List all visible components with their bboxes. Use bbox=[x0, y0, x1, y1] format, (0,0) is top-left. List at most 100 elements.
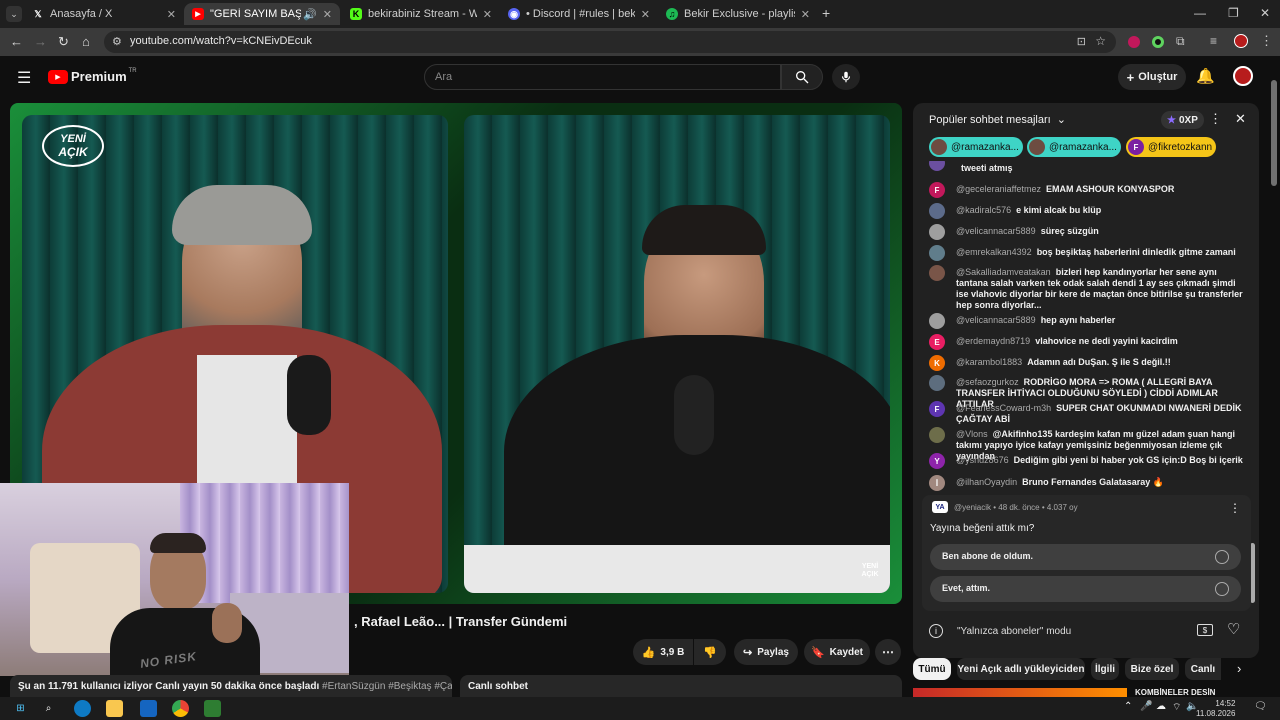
pinned-chip[interactable]: @ramazanka... bbox=[929, 137, 1023, 157]
hamburger-menu-icon[interactable]: ☰ bbox=[17, 68, 31, 88]
chat-menu-icon[interactable]: ⋮ bbox=[1209, 111, 1222, 127]
app-icon[interactable] bbox=[204, 700, 221, 717]
chat-author[interactable]: @emrekalkan4392 bbox=[956, 247, 1032, 257]
pinned-chip[interactable]: F @fikretozkann bbox=[1126, 137, 1216, 157]
account-avatar[interactable] bbox=[1233, 66, 1253, 86]
chat-author[interactable]: @karambol1883 bbox=[956, 357, 1022, 367]
discord-icon: ◉ bbox=[508, 8, 520, 20]
chat-author[interactable]: @geceleraniaffetmez bbox=[956, 184, 1041, 194]
page-scrollbar[interactable] bbox=[1270, 70, 1278, 695]
chip-related[interactable]: İlgili bbox=[1091, 658, 1119, 680]
chevron-right-icon[interactable]: › bbox=[1237, 661, 1241, 676]
chat-author[interactable]: @ilhanOyaydin bbox=[956, 477, 1017, 487]
edge-browser-icon[interactable] bbox=[74, 700, 91, 717]
chat-text: süreç süzgün bbox=[1040, 226, 1099, 236]
speaker-icon[interactable]: 🔊 bbox=[303, 8, 317, 21]
new-tab-button[interactable]: + bbox=[822, 5, 830, 21]
close-icon[interactable]: ✕ bbox=[167, 8, 176, 21]
tray-chevron-icon[interactable]: ⌃ bbox=[1124, 701, 1132, 712]
chat-author[interactable]: @erdemaydn8719 bbox=[956, 336, 1030, 346]
chat-author[interactable]: @velicannacar5889 bbox=[956, 226, 1036, 236]
like-button[interactable]: 👍 3,9 B bbox=[633, 639, 693, 665]
notifications-bell-icon[interactable]: 🔔 bbox=[1196, 67, 1215, 85]
create-button[interactable]: + Oluştur bbox=[1118, 64, 1186, 90]
windows-start-icon[interactable]: ⊞ bbox=[12, 700, 29, 717]
tab-kick[interactable]: K bekirabiniz Stream - Watch Live ✕ bbox=[342, 3, 500, 25]
extension-icon[interactable] bbox=[1128, 36, 1140, 48]
poll-menu-icon[interactable]: ⋮ bbox=[1229, 501, 1241, 515]
voice-search-button[interactable] bbox=[832, 64, 860, 90]
super-chat-icon[interactable]: $ bbox=[1197, 624, 1213, 636]
pinned-chip[interactable]: @ramazanka... bbox=[1027, 137, 1121, 157]
chat-author[interactable]: @kadiralc576 bbox=[956, 205, 1011, 215]
install-app-icon[interactable]: ⊡ bbox=[1077, 35, 1086, 48]
youtube-icon: ▶ bbox=[192, 8, 204, 20]
chat-author[interactable]: @velicannacar5889 bbox=[956, 315, 1036, 325]
reading-list-icon[interactable]: ≡ bbox=[1210, 34, 1217, 48]
tab-youtube[interactable]: ▶ "GERİ SAYIM BAŞLADI!" Du 🔊 ✕ bbox=[184, 3, 340, 25]
chat-author[interactable]: @Vlons bbox=[956, 429, 988, 439]
chat-mode-dropdown[interactable]: Popüler sohbet mesajları ⌄ bbox=[929, 113, 1066, 126]
save-button[interactable]: 🔖 Kaydet bbox=[804, 639, 870, 665]
chat-author[interactable]: @ysndz8676 bbox=[956, 455, 1009, 465]
forward-icon[interactable]: → bbox=[34, 34, 47, 49]
chip-live[interactable]: Canlı bbox=[1185, 658, 1221, 680]
share-arrow-icon: ↪ bbox=[743, 646, 753, 659]
dislike-button[interactable]: 👎 bbox=[694, 639, 726, 665]
close-icon[interactable]: ✕ bbox=[801, 8, 810, 21]
chat-author[interactable]: @Sakalliadamveatakan bbox=[956, 267, 1051, 277]
bookmark-star-icon[interactable]: ☆ bbox=[1095, 34, 1106, 48]
close-icon[interactable]: ✕ bbox=[483, 8, 492, 21]
chrome-icon[interactable] bbox=[172, 700, 189, 717]
live-chat-panel: Popüler sohbet mesajları ⌄ ★ 0XP ⋮ ✕ @ra… bbox=[913, 103, 1259, 658]
file-explorer-icon[interactable] bbox=[106, 700, 123, 717]
close-icon[interactable]: ✕ bbox=[641, 8, 650, 21]
chip-from-uploader[interactable]: Yeni Açık adlı yükleyiciden bbox=[957, 658, 1085, 680]
chip-for-you[interactable]: Bize özel bbox=[1125, 658, 1179, 680]
chat-author[interactable]: @FearlessCoward-m3h bbox=[956, 403, 1051, 413]
live-chat-replay-box[interactable]: Canlı sohbet bbox=[460, 675, 902, 697]
more-actions-button[interactable]: ⋯ bbox=[875, 639, 901, 665]
close-icon[interactable]: ✕ bbox=[323, 8, 332, 21]
system-clock[interactable]: 14:52 11.08.2026 bbox=[1196, 699, 1235, 719]
search-button[interactable] bbox=[781, 64, 823, 90]
chat-text: boş beşiktaş haberlerini dinledik gitme … bbox=[1036, 247, 1236, 257]
wifi-icon[interactable]: ⌔ bbox=[1172, 701, 1181, 714]
search-input[interactable]: Ara bbox=[424, 64, 781, 90]
site-info-icon[interactable]: ⚙ bbox=[112, 35, 122, 48]
scrollbar-thumb[interactable] bbox=[1271, 80, 1277, 186]
xp-badge[interactable]: ★ 0XP bbox=[1161, 111, 1204, 129]
close-window-button[interactable]: ✕ bbox=[1260, 6, 1270, 20]
tray-icon[interactable]: 🎤 bbox=[1140, 701, 1152, 712]
maximize-button[interactable]: ❐ bbox=[1228, 6, 1239, 20]
info-icon[interactable]: i bbox=[929, 624, 943, 638]
tab-discord[interactable]: ◉ • Discord | #rules | bekirabiniz ✕ bbox=[500, 3, 658, 25]
puzzle-extensions-icon[interactable]: ⧉ bbox=[1176, 34, 1185, 49]
profile-avatar[interactable] bbox=[1234, 34, 1248, 48]
browser-menu-icon[interactable]: ⋮ bbox=[1260, 33, 1273, 49]
youtube-logo[interactable]: ▶ Premium TR bbox=[48, 68, 137, 84]
chat-author[interactable]: @sefaozgurkoz bbox=[956, 377, 1019, 387]
app-icon[interactable] bbox=[140, 700, 157, 717]
share-button[interactable]: ↪ Paylaş bbox=[734, 639, 798, 665]
heart-icon[interactable]: ♡ bbox=[1227, 620, 1240, 638]
back-icon[interactable]: ← bbox=[10, 34, 23, 49]
poll-option[interactable]: Evet, attım. bbox=[930, 576, 1241, 602]
search-icon[interactable]: ⌕ bbox=[40, 700, 57, 717]
webcam-hand bbox=[212, 603, 242, 643]
chip-all[interactable]: Tümü bbox=[913, 658, 951, 680]
minimize-button[interactable]: — bbox=[1194, 6, 1206, 20]
poll-option[interactable]: Ben abone de oldum. bbox=[930, 544, 1241, 570]
close-chat-icon[interactable]: ✕ bbox=[1235, 111, 1246, 127]
tray-icon[interactable]: ☁ bbox=[1156, 701, 1166, 712]
chat-header: Popüler sohbet mesajları ⌄ ★ 0XP ⋮ ✕ bbox=[913, 103, 1259, 135]
notification-icon[interactable]: 🗨 bbox=[1254, 701, 1267, 712]
tab-search-icon[interactable]: ⌄ bbox=[6, 6, 22, 22]
omnibox[interactable]: ⚙ youtube.com/watch?v=kCNEivDEcuk ⊡ ☆ bbox=[104, 31, 1116, 53]
tab-spotify[interactable]: ♫ Bekir Exclusive - playlist by Bek ✕ bbox=[658, 3, 818, 25]
home-icon[interactable]: ⌂ bbox=[82, 34, 90, 49]
description-box[interactable]: Şu an 11.791 kullanıcı izliyor Canlı yay… bbox=[10, 675, 452, 697]
extension-icon[interactable] bbox=[1152, 36, 1164, 48]
tab-x[interactable]: 𝕏 Anasayfa / X ✕ bbox=[24, 3, 184, 25]
reload-icon[interactable]: ↻ bbox=[58, 34, 69, 50]
